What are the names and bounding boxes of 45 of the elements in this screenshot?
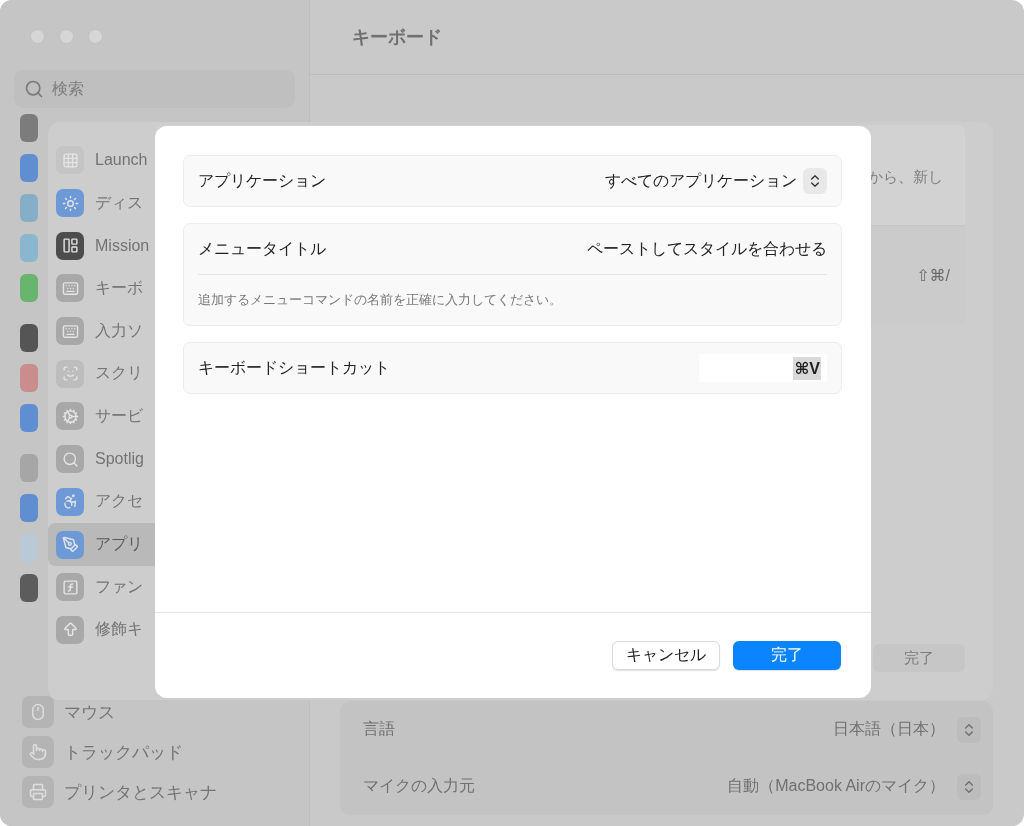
keyboard-icon (56, 274, 84, 303)
function-icon (56, 573, 84, 602)
setting-value[interactable]: 自動（MacBook Airのマイク） (727, 776, 945, 797)
sidebar-icon[interactable] (20, 114, 38, 142)
stepper-icon[interactable] (957, 716, 981, 743)
mouse-icon (22, 696, 54, 728)
setting-label: キーボードショートカット (198, 357, 390, 378)
cancel-button[interactable]: キャンセル (612, 641, 720, 670)
accessibility-icon (56, 487, 84, 516)
search-icon (56, 445, 84, 474)
setting-label: アプリケーション (198, 170, 326, 191)
stepper-icon[interactable] (957, 773, 981, 800)
sidebar-item[interactable]: マウス (64, 700, 115, 724)
application-popup[interactable]: すべてのアプリケーション (605, 168, 827, 194)
stepper-icon (803, 168, 827, 194)
done-button[interactable]: 完了 (873, 644, 965, 672)
window-title: キーボード (352, 26, 442, 49)
search-field[interactable]: 検索 (14, 70, 295, 108)
search-icon (24, 79, 44, 99)
gears-icon (56, 402, 84, 431)
sidebar-icon[interactable] (20, 574, 38, 602)
done-button[interactable]: 完了 (733, 641, 841, 670)
sidebar-item[interactable]: トラックパッド (64, 740, 183, 764)
sidebar-icon[interactable] (20, 494, 38, 522)
sidebar-icon[interactable] (20, 324, 38, 352)
printer-icon (22, 776, 54, 808)
screenshot-icon (56, 359, 84, 388)
setting-label: マイクの入力元 (363, 776, 475, 796)
grid-icon (56, 146, 84, 175)
arrow-up-icon (56, 615, 84, 644)
windows-icon (56, 231, 84, 260)
sidebar-icon[interactable] (20, 404, 38, 432)
pen-icon (56, 530, 84, 559)
menu-title-field[interactable]: ペーストしてスタイルを合わせる (587, 238, 827, 260)
category-item[interactable]: アプリ (48, 523, 155, 566)
setting-label: 言語 (363, 719, 395, 739)
sun-icon (56, 189, 84, 218)
setting-label: メニュータイトル (198, 238, 326, 259)
setting-value[interactable]: 日本語（日本） (833, 719, 945, 740)
hint-text: 追加するメニューコマンドの名前を正確に入力してください。 (198, 291, 563, 309)
sidebar-item[interactable]: プリンタとスキャナ (64, 780, 217, 804)
shortcut-keys: ⇧⌘/ (916, 266, 950, 285)
keyboard-icon (56, 317, 84, 346)
shortcut-field[interactable]: ⌘V (699, 354, 827, 382)
sidebar-icon[interactable] (20, 154, 38, 182)
